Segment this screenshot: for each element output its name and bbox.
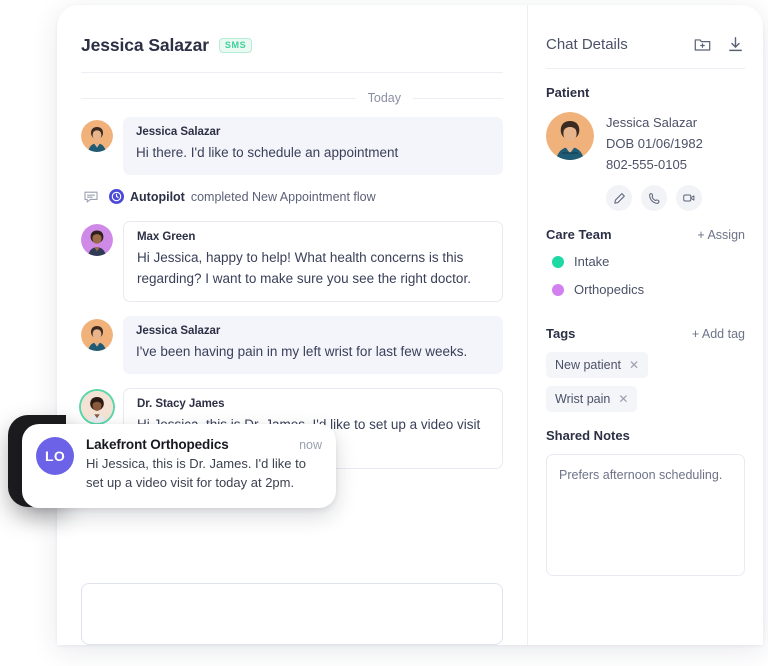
patient-info: Jessica Salazar DOB 01/06/1982 802-555-0… [606,112,703,175]
push-notification-time: now [299,438,322,452]
tags-section-head: Tags + Add tag [546,326,745,341]
details-header: Chat Details [528,5,763,54]
push-notification-body: Lakefront Orthopedics now Hi Jessica, th… [86,437,322,493]
tags-section-title: Tags [546,326,576,342]
status-badge: SMS [218,38,253,53]
message-bubble: Jessica Salazar I've been having pain in… [123,315,503,374]
close-icon[interactable]: ✕ [618,393,628,405]
shared-notes-section-head: Shared Notes [546,428,745,443]
push-notification[interactable]: LO Lakefront Orthopedics now Hi Jessica,… [22,424,336,508]
care-team-member-label: Orthopedics [574,282,645,298]
tag-label: Wrist pain [555,392,611,407]
composer-area [57,583,527,645]
phone-icon[interactable] [641,185,667,212]
patient-action-buttons [606,185,745,212]
assign-button[interactable]: + Assign [697,228,745,242]
push-notification-text: Hi Jessica, this is Dr. James. I'd like … [86,456,306,490]
patient-section-head: Patient [546,85,745,100]
patient-dob: DOB 01/06/1982 [606,136,703,152]
system-event-text: Autopilot completed New Appointment flow [109,189,376,205]
patient-name: Jessica Salazar [606,115,698,130]
system-event-actor: Autopilot [130,189,185,204]
shared-notes-section: Shared Notes Prefers afternoon schedulin… [528,412,763,577]
care-team-section: Care Team + Assign Intake Orthopedics [528,211,763,297]
conversation-title-row: Jessica Salazar SMS [81,35,503,72]
avatar [81,390,113,423]
close-icon[interactable]: ✕ [629,359,639,371]
patient-section: Patient Jessica Salazar DOB 01/06/1982 8… [528,69,763,212]
header-divider [81,72,503,73]
conversation-header: Jessica Salazar SMS [57,5,527,72]
day-separator-line-right [413,97,503,99]
download-icon[interactable] [726,35,745,54]
patient-summary: Jessica Salazar DOB 01/06/1982 802-555-0… [546,112,745,175]
message-item: Jessica Salazar Hi there. I'd like to sc… [81,117,503,175]
care-team-list: Intake Orthopedics [546,254,745,297]
message-author: Jessica Salazar [136,126,221,138]
message-item: Max Green Hi Jessica, happy to help! Wha… [81,220,503,302]
message-text: Hi there. I'd like to schedule an appoin… [136,145,399,160]
message-author: Max Green [137,230,196,243]
message-text: I've been having pain in my left wrist f… [136,343,468,359]
message-author: Dr. Stacy James [137,397,225,410]
chat-bubble-icon [83,189,99,205]
status-dot-icon [552,283,564,296]
list-item[interactable]: Intake [546,254,745,269]
tag-list: New patient ✕ Wrist pain ✕ [546,352,745,413]
app-window: Jessica Salazar SMS Today Jessica Salaza… [57,5,763,645]
system-event-detail: completed New Appointment flow [190,189,376,204]
push-notification-title: Lakefront Orthopedics [86,437,229,452]
patient-phone: 802-555-0105 [606,157,687,173]
tags-section: Tags + Add tag New patient ✕ Wrist pain … [528,310,763,413]
avatar: LO [36,437,74,475]
tag-chip[interactable]: New patient ✕ [546,352,649,379]
screenshot-stage: Jessica Salazar SMS Today Jessica Salaza… [0,0,768,666]
message-input[interactable] [81,583,503,645]
message-list: Jessica Salazar Hi there. I'd like to sc… [57,111,527,583]
system-event-row: Autopilot completed New Appointment flow [81,189,503,205]
add-tag-button[interactable]: + Add tag [692,327,745,341]
tag-chip[interactable]: Wrist pain ✕ [546,386,638,413]
care-team-section-head: Care Team + Assign [546,227,745,242]
list-item[interactable]: Orthopedics [546,282,745,297]
patient-avatar [546,112,594,160]
avatar [81,223,113,256]
message-author: Jessica Salazar [136,324,221,337]
status-dot-icon [552,255,564,268]
message-text: Hi Jessica, happy to help! What health c… [137,249,471,286]
shared-notes-input[interactable]: Prefers afternoon scheduling. [546,454,745,577]
chat-details-panel: Chat Details Patient Jessica Salazar DOB… [527,5,763,645]
day-separator: Today [81,91,503,105]
tag-label: New patient [555,358,622,373]
patient-section-title: Patient [546,85,590,100]
edit-icon[interactable] [606,185,632,212]
push-notification-header: Lakefront Orthopedics now [86,437,322,452]
conversation-pane: Jessica Salazar SMS Today Jessica Salaza… [57,5,527,645]
day-separator-line-left [81,97,356,99]
care-team-section-title: Care Team [546,227,612,243]
details-title: Chat Details [546,36,628,53]
page-title: Jessica Salazar [81,35,209,55]
message-bubble: Max Green Hi Jessica, happy to help! Wha… [123,220,503,302]
message-item: Jessica Salazar I've been having pain in… [81,315,503,374]
care-team-member-label: Intake [574,254,610,270]
message-bubble: Jessica Salazar Hi there. I'd like to sc… [123,117,503,175]
autopilot-icon [109,189,124,205]
avatar [81,318,113,351]
video-icon[interactable] [676,185,702,212]
shared-notes-section-title: Shared Notes [546,428,630,444]
avatar [81,120,113,152]
details-header-actions [693,35,745,54]
add-to-folder-icon[interactable] [693,35,712,54]
day-separator-label: Today [367,91,401,105]
